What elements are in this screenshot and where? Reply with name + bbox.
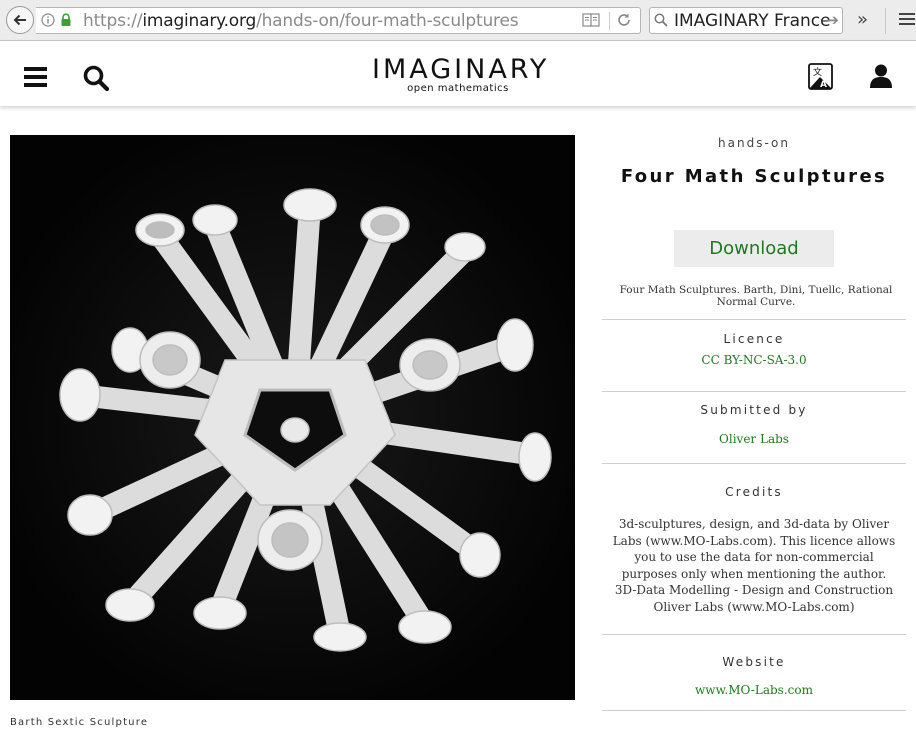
- site-header: IMAGINARY open mathematics 文 A: [0, 41, 916, 106]
- url-host: imaginary.org: [142, 11, 257, 31]
- language-icon[interactable]: 文 A: [808, 63, 833, 90]
- licence-link[interactable]: CC BY-NC-SA-3.0: [602, 353, 906, 367]
- lock-icon[interactable]: [60, 13, 72, 27]
- divider: [602, 710, 906, 711]
- reload-icon[interactable]: [616, 12, 632, 28]
- back-button[interactable]: [6, 6, 34, 34]
- item-kind: hands-on: [718, 136, 790, 150]
- website-heading: Website: [722, 655, 786, 669]
- divider: [602, 319, 906, 320]
- menu-icon[interactable]: [899, 11, 915, 27]
- svg-text:文: 文: [813, 66, 822, 78]
- credits-line: 3d-sculptures, design, and 3d-data by Ol…: [612, 517, 896, 581]
- credits-line: 3D-Data Modelling - Design and Construct…: [614, 583, 894, 597]
- url-bar[interactable]: https://imaginary.org/hands-on/four-math…: [36, 7, 641, 34]
- licence-heading: Licence: [723, 332, 785, 346]
- toolbar-divider: [885, 8, 886, 34]
- website-link[interactable]: www.MO-Labs.com: [602, 683, 906, 697]
- user-icon[interactable]: [870, 64, 892, 88]
- search-icon[interactable]: [83, 65, 109, 91]
- url-path: /hands-on/four-math-sculptures: [256, 11, 519, 31]
- search-go-icon[interactable]: ➔: [826, 11, 839, 29]
- download-button[interactable]: Download: [674, 230, 834, 267]
- url-separator: [609, 12, 610, 30]
- hamburger-icon[interactable]: [24, 67, 47, 87]
- search-icon: [654, 13, 668, 27]
- page-title: Four Math Sculptures: [620, 166, 888, 187]
- barth-sextic-sculpture-illustration: [10, 135, 575, 700]
- site-logo-subtitle: open mathematics: [407, 83, 509, 94]
- back-arrow-icon: [13, 14, 26, 26]
- submitter-link[interactable]: Oliver Labs: [602, 432, 906, 446]
- credits-text: 3d-sculptures, design, and 3d-data by Ol…: [606, 516, 902, 615]
- divider: [602, 391, 906, 392]
- item-description: Four Math Sculptures. Barth, Dini, Tuell…: [619, 284, 893, 308]
- sculpture-image: [10, 135, 575, 700]
- image-caption: Barth Sextic Sculpture: [10, 717, 149, 728]
- browser-search-box[interactable]: IMAGINARY France ➔: [649, 7, 843, 34]
- submitted-by-heading: Submitted by: [700, 403, 808, 417]
- divider: [602, 634, 906, 635]
- overflow-icon[interactable]: »: [857, 9, 868, 30]
- info-icon[interactable]: [41, 13, 55, 27]
- reader-view-icon[interactable]: [582, 13, 600, 27]
- site-logo[interactable]: IMAGINARY: [372, 55, 546, 85]
- browser-search-input[interactable]: IMAGINARY France: [674, 11, 831, 31]
- url-scheme: https://: [83, 11, 143, 31]
- url-text[interactable]: https://imaginary.org/hands-on/four-math…: [83, 11, 519, 31]
- credits-heading: Credits: [725, 485, 783, 499]
- browser-toolbar: https://imaginary.org/hands-on/four-math…: [0, 0, 916, 41]
- credits-line: Oliver Labs (www.MO-Labs.com): [653, 599, 855, 614]
- divider: [602, 463, 906, 464]
- svg-text:A: A: [820, 80, 827, 90]
